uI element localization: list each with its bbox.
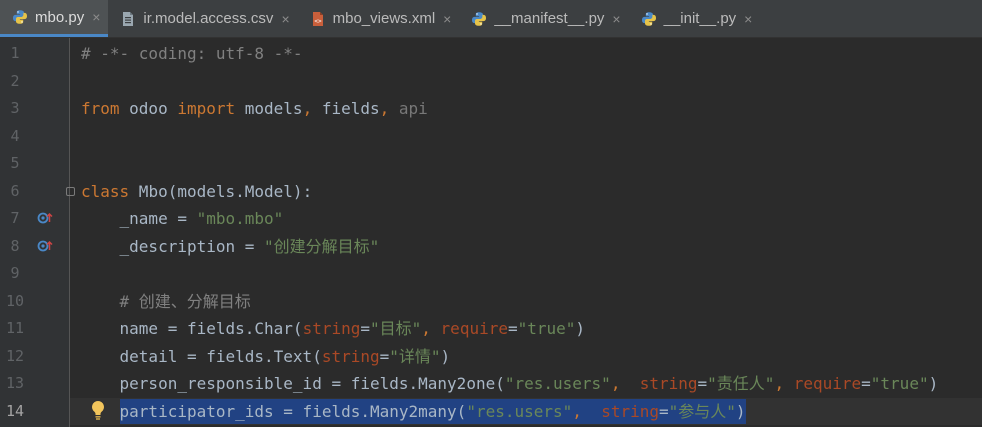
- code-line[interactable]: 2: [0, 68, 982, 96]
- close-icon[interactable]: ×: [443, 11, 451, 27]
- override-method-icon[interactable]: [37, 233, 53, 261]
- close-icon[interactable]: ×: [744, 11, 752, 27]
- code-text[interactable]: class Mbo(models.Model):: [81, 178, 312, 206]
- line-number: 4: [10, 126, 20, 145]
- tab-manifest-py[interactable]: __manifest__.py ×: [459, 0, 628, 37]
- close-icon[interactable]: ×: [281, 11, 289, 27]
- tab-label: mbo_views.xml: [332, 10, 436, 27]
- python-file-icon: [641, 11, 657, 27]
- override-method-icon[interactable]: [37, 205, 53, 233]
- code-text[interactable]: # 创建、分解目标: [81, 288, 251, 316]
- line-number: 8: [10, 236, 20, 255]
- csv-file-icon: [120, 11, 136, 27]
- code-line[interactable]: 7 _name = "mbo.mbo": [0, 205, 982, 233]
- code-text[interactable]: participator_ids = fields.Many2many("res…: [81, 398, 746, 426]
- line-number: 5: [10, 154, 20, 172]
- svg-text:<>: <>: [314, 18, 322, 25]
- tab-mbo-py[interactable]: mbo.py ×: [0, 0, 109, 37]
- code-text[interactable]: person_responsible_id = fields.Many2one(…: [81, 370, 939, 398]
- line-number: 12: [5, 346, 25, 365]
- tab-label: mbo.py: [35, 8, 85, 26]
- close-icon[interactable]: ×: [612, 11, 620, 27]
- code-line[interactable]: 5: [0, 150, 982, 178]
- code-text[interactable]: _description = "创建分解目标": [81, 233, 380, 261]
- code-line[interactable]: 14 participator_ids = fields.Many2many("…: [0, 398, 982, 426]
- line-number: 13: [5, 374, 25, 392]
- tab-mbo-views-xml[interactable]: <> mbo_views.xml ×: [298, 0, 460, 37]
- line-number: 6: [10, 181, 20, 200]
- line-number: 11: [5, 319, 25, 337]
- line-number: 9: [10, 264, 20, 282]
- code-line[interactable]: 3 from odoo import models, fields, api: [0, 95, 982, 123]
- code-text[interactable]: from odoo import models, fields, api: [81, 95, 428, 123]
- fold-marker-icon[interactable]: [66, 186, 75, 196]
- line-number: 2: [10, 71, 20, 90]
- tab-label: ir.model.access.csv: [143, 10, 274, 27]
- tab-ir-model-access-csv[interactable]: ir.model.access.csv ×: [108, 0, 297, 37]
- code-text[interactable]: _name = "mbo.mbo": [81, 205, 284, 233]
- code-line[interactable]: 12 detail = fields.Text(string="详情"): [0, 343, 982, 371]
- code-line[interactable]: 11 name = fields.Char(string="目标", requi…: [0, 315, 982, 343]
- line-number: 10: [5, 291, 25, 310]
- code-text[interactable]: detail = fields.Text(string="详情"): [81, 343, 451, 371]
- lightbulb-icon[interactable]: [90, 400, 106, 426]
- xml-file-icon: <>: [310, 11, 326, 27]
- code-line[interactable]: 10 # 创建、分解目标: [0, 288, 982, 316]
- code-line[interactable]: 8 _description = "创建分解目标": [0, 233, 982, 261]
- code-text[interactable]: name = fields.Char(string="目标", require=…: [81, 315, 586, 343]
- line-number: 7: [10, 209, 20, 227]
- code-text[interactable]: # -*- coding: utf-8 -*-: [81, 40, 303, 68]
- line-number: 3: [10, 99, 20, 117]
- line-number: 14: [5, 401, 25, 420]
- line-number: 1: [10, 44, 20, 62]
- code-line[interactable]: 6 class Mbo(models.Model):: [0, 178, 982, 206]
- python-file-icon: [12, 9, 28, 25]
- close-icon[interactable]: ×: [92, 9, 100, 25]
- code-line[interactable]: 1 # -*- coding: utf-8 -*-: [0, 40, 982, 68]
- tab-label: __manifest__.py: [494, 10, 605, 27]
- code-line[interactable]: 9: [0, 260, 982, 288]
- tab-init-py[interactable]: __init__.py ×: [629, 0, 761, 37]
- code-line[interactable]: 13 person_responsible_id = fields.Many2o…: [0, 370, 982, 398]
- code-line[interactable]: 4: [0, 123, 982, 151]
- editor-tab-bar: mbo.py × ir.model.access.csv × <> mbo_views.x…: [0, 0, 982, 38]
- python-file-icon: [471, 11, 487, 27]
- tab-label: __init__.py: [663, 10, 737, 27]
- code-editor[interactable]: 1 # -*- coding: utf-8 -*- 2 3 from odoo impo…: [0, 38, 982, 427]
